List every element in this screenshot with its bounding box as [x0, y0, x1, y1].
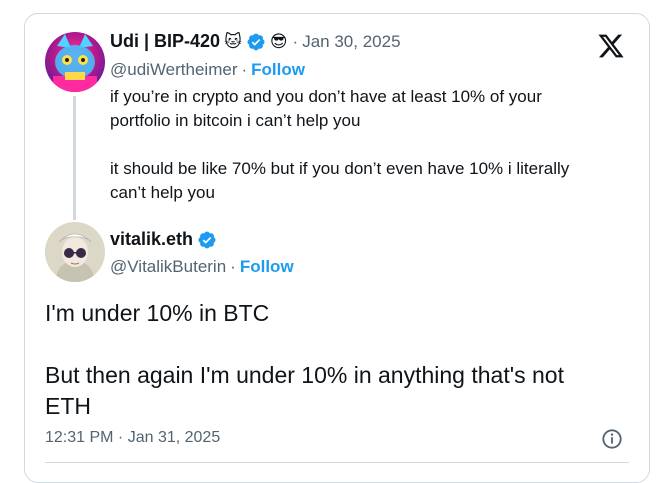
parent-text-line: [110, 133, 569, 157]
parent-tweet-date[interactable]: Jan 30, 2025: [302, 32, 400, 52]
info-icon[interactable]: [601, 428, 623, 450]
tweet-timestamp[interactable]: 12:31 PM · Jan 31, 2025: [45, 429, 220, 447]
parent-tweet-header: Udi | BIP-420 🐱 😎 · Jan 30, 2025: [110, 31, 401, 52]
thread-connector-line: [73, 96, 76, 220]
avatar-vitalik[interactable]: [45, 222, 105, 282]
separator-dot: ·: [292, 31, 299, 51]
main-text-line: [45, 329, 564, 360]
avatar-vitalik-image: [45, 222, 105, 282]
parent-display-name[interactable]: Udi | BIP-420: [110, 31, 220, 52]
main-tweet-text: I'm under 10% in BTC But then again I'm …: [45, 298, 564, 422]
follow-vitalik-button[interactable]: Follow: [240, 257, 294, 277]
avatar-udi-image: [53, 34, 97, 92]
parent-handle[interactable]: @udiWertheimer: [110, 60, 237, 80]
separator-dot: ·: [241, 60, 248, 79]
parent-text-line: it should be like 70% but if you don’t e…: [110, 159, 570, 178]
bottom-divider: [45, 462, 629, 463]
avatar-udi[interactable]: [45, 32, 105, 92]
separator-dot: ·: [230, 257, 236, 276]
x-logo-icon[interactable]: [597, 32, 625, 60]
parent-text-line: portfolio in bitcoin i can’t help you: [110, 111, 361, 130]
follow-udi-button[interactable]: Follow: [251, 60, 305, 80]
verified-badge-icon: [198, 231, 216, 248]
cat-emoji: 🐱: [224, 31, 242, 51]
main-handle[interactable]: @VitalikButerin: [110, 257, 226, 277]
main-text-line: I'm under 10% in BTC: [45, 300, 270, 326]
main-handle-row: @VitalikButerin · Follow: [110, 257, 294, 277]
main-tweet-header: vitalik.eth: [110, 229, 217, 250]
main-text-line: But then again I'm under 10% in anything…: [45, 362, 564, 388]
parent-text-line: can’t help you: [110, 183, 215, 202]
parent-text-line: if you’re in crypto and you don’t have a…: [110, 87, 542, 106]
sunglasses-emoji: 😎: [269, 31, 288, 51]
main-text-line: ETH: [45, 393, 91, 419]
parent-handle-row: @udiWertheimer · Follow: [110, 60, 305, 80]
verified-badge-icon: [247, 33, 265, 50]
parent-tweet-text: if you’re in crypto and you don’t have a…: [110, 85, 569, 205]
main-display-name[interactable]: vitalik.eth: [110, 229, 193, 250]
